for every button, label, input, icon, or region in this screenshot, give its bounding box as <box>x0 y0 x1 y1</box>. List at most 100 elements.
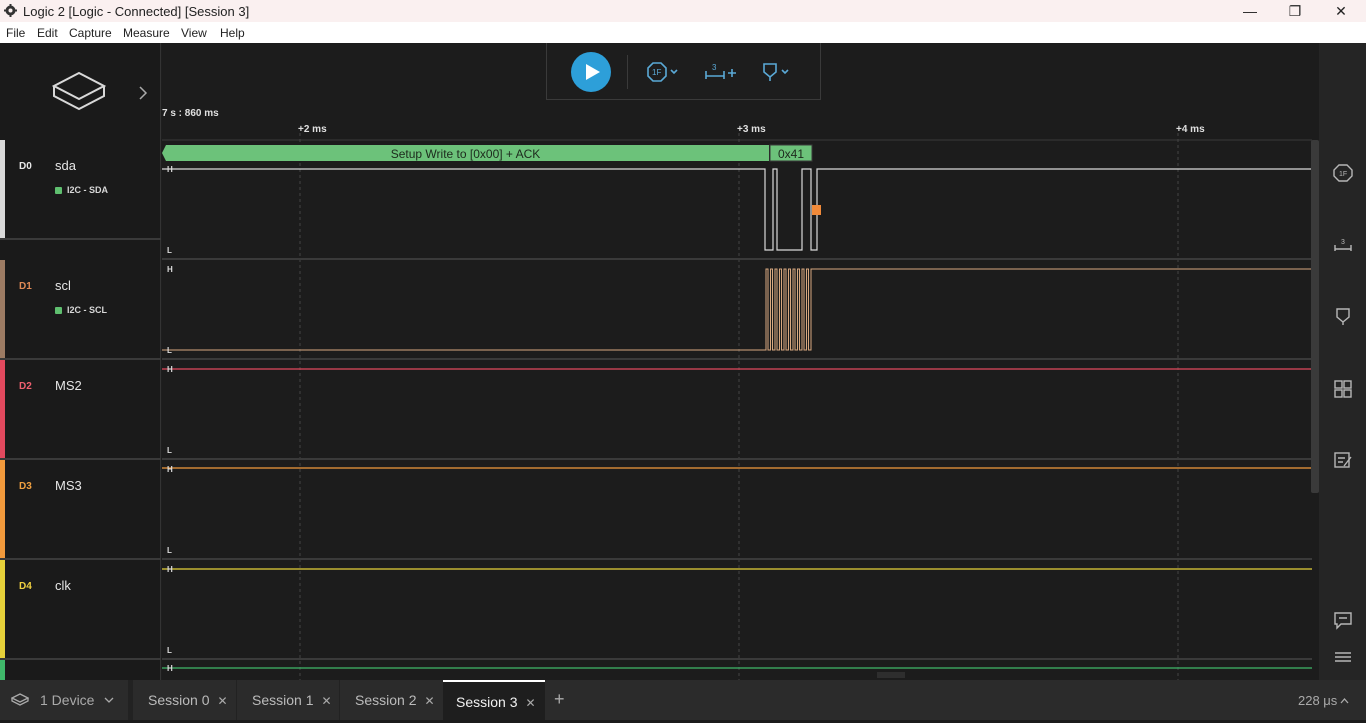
start-capture-button[interactable] <box>571 52 611 92</box>
maximize-button[interactable]: ❐ <box>1272 0 1318 22</box>
svg-text:3: 3 <box>1341 239 1345 246</box>
play-icon <box>586 64 600 80</box>
analyzer-label[interactable]: I2C - SDA <box>55 185 108 195</box>
chevron-right-icon[interactable] <box>138 86 148 100</box>
tab-label: Session 1 <box>252 692 314 708</box>
vertical-scrollbar[interactable] <box>1311 140 1319 493</box>
svg-text:1F: 1F <box>652 68 661 77</box>
menu-bar: File Edit Capture Measure View Help <box>0 22 1366 43</box>
title-bar: Logic 2 [Logic - Connected] [Session 3] … <box>0 0 1366 22</box>
channel-id: D2 <box>19 381 32 392</box>
sda-waveform <box>162 168 1312 251</box>
svg-text:1F: 1F <box>1339 171 1347 178</box>
time-marker-2ms: +2 ms <box>298 124 327 135</box>
tab-label: Session 2 <box>355 692 417 708</box>
logic-app-icon <box>4 4 17 17</box>
right-sidebar <box>1319 43 1366 680</box>
channel-panel: D0 sda I2C - SDA D1 scl I2C - SCL D2 MS2… <box>0 43 161 680</box>
tab-label: Session 3 <box>456 694 518 710</box>
window-title: Logic 2 [Logic - Connected] [Session 3] <box>23 4 250 19</box>
level-low-label: L <box>167 546 172 555</box>
waveform-view[interactable]: 7 s : 860 ms +2 ms +3 ms +4 ms Setup Wri… <box>162 43 1319 680</box>
channel-color-stripe <box>0 660 5 680</box>
decode-data-label: 0x41 <box>777 147 805 161</box>
level-high-label: H <box>167 664 173 673</box>
time-marker-4ms: +4 ms <box>1176 124 1205 135</box>
tab-session-1[interactable]: Session 1 ✕ <box>236 680 339 720</box>
measurement-icon[interactable]: 3 <box>1333 235 1353 255</box>
device-icon <box>11 693 29 706</box>
close-tab-icon[interactable]: ✕ <box>321 694 331 708</box>
channel-color-stripe <box>0 360 5 458</box>
channel-color-stripe <box>0 140 5 238</box>
close-tab-icon[interactable]: ✕ <box>525 696 535 710</box>
channel-id: D1 <box>19 281 32 292</box>
menu-file[interactable]: File <box>6 26 25 40</box>
menu-view[interactable]: View <box>181 26 207 40</box>
horizontal-scrollbar[interactable] <box>877 672 905 678</box>
minimize-button[interactable]: — <box>1227 0 1273 22</box>
time-offset-label: 7 s : 860 ms <box>162 108 219 119</box>
menu-measure[interactable]: Measure <box>123 26 170 40</box>
time-marker-3ms: +3 ms <box>737 124 766 135</box>
trigger-dropdown-icon[interactable]: 1F <box>647 61 683 83</box>
channel-id: D4 <box>19 581 32 592</box>
tab-session-3[interactable]: Session 3 ✕ <box>443 680 545 720</box>
tab-label: Session 0 <box>148 692 210 708</box>
device-selector[interactable]: 1 Device <box>0 680 126 720</box>
tab-session-0[interactable]: Session 0 ✕ <box>133 680 236 720</box>
cursor-marker[interactable] <box>812 205 821 215</box>
channel-id: D0 <box>19 161 32 172</box>
level-low-label: L <box>167 246 172 255</box>
menu-icon[interactable] <box>1333 647 1353 667</box>
channel-row-d3[interactable]: D3 MS3 <box>0 460 161 560</box>
level-high-label: H <box>167 165 173 174</box>
main-area: D0 sda I2C - SDA D1 scl I2C - SCL D2 MS2… <box>0 43 1366 680</box>
extensions-icon[interactable] <box>1333 379 1353 399</box>
add-tab-button[interactable]: + <box>554 689 565 710</box>
menu-help[interactable]: Help <box>220 26 245 40</box>
tab-session-2[interactable]: Session 2 ✕ <box>339 680 442 720</box>
device-count-label: 1 Device <box>40 692 95 708</box>
channel-color-stripe <box>0 560 5 658</box>
channel-name[interactable]: MS2 <box>55 378 82 393</box>
channel-name[interactable]: scl <box>55 278 71 293</box>
notes-icon[interactable] <box>1333 450 1353 470</box>
level-high-label: H <box>167 265 173 274</box>
chevron-down-icon <box>104 697 114 703</box>
trigger-icon[interactable]: 1F <box>1333 163 1353 183</box>
channel-row-d1[interactable]: D1 scl I2C - SCL <box>0 260 161 360</box>
feedback-icon[interactable] <box>1333 610 1353 630</box>
channel-id: D3 <box>19 481 32 492</box>
menu-capture[interactable]: Capture <box>69 26 112 40</box>
waveform-canvas[interactable] <box>162 43 1319 680</box>
close-tab-icon[interactable]: ✕ <box>217 694 227 708</box>
channel-name[interactable]: clk <box>55 578 71 593</box>
marker-icon[interactable] <box>1333 306 1353 326</box>
zoom-level-label[interactable]: 228 μs <box>1298 693 1337 708</box>
chevron-up-icon[interactable] <box>1340 698 1349 704</box>
channel-color-stripe <box>0 260 5 358</box>
saleae-device-icon <box>52 71 106 111</box>
channel-name[interactable]: sda <box>55 158 76 173</box>
decode-setup-label: Setup Write to [0x00] + ACK <box>390 147 541 161</box>
channel-name[interactable]: MS3 <box>55 478 82 493</box>
level-low-label: L <box>167 446 172 455</box>
channel-row-d5[interactable] <box>0 660 161 680</box>
close-button[interactable]: ✕ <box>1318 0 1364 22</box>
bottom-bar: 1 Device Session 0 ✕ Session 1 ✕ Session 2… <box>0 680 1366 720</box>
level-low-label: L <box>167 646 172 655</box>
channel-row-d0[interactable]: D0 sda I2C - SDA <box>0 140 161 240</box>
close-tab-icon[interactable]: ✕ <box>424 694 434 708</box>
device-logo-area <box>0 43 161 140</box>
analyzer-label[interactable]: I2C - SCL <box>55 305 107 315</box>
svg-text:3: 3 <box>712 63 717 72</box>
channel-row-d4[interactable]: D4 clk <box>0 560 161 660</box>
channel-row-d2[interactable]: D2 MS2 <box>0 360 161 460</box>
add-marker-icon[interactable] <box>761 61 795 83</box>
add-measurement-icon[interactable]: 3 <box>704 61 738 83</box>
menu-edit[interactable]: Edit <box>37 26 58 40</box>
level-low-label: L <box>167 346 172 355</box>
level-high-label: H <box>167 465 173 474</box>
capture-toolbar: 1F 3 <box>546 43 821 100</box>
